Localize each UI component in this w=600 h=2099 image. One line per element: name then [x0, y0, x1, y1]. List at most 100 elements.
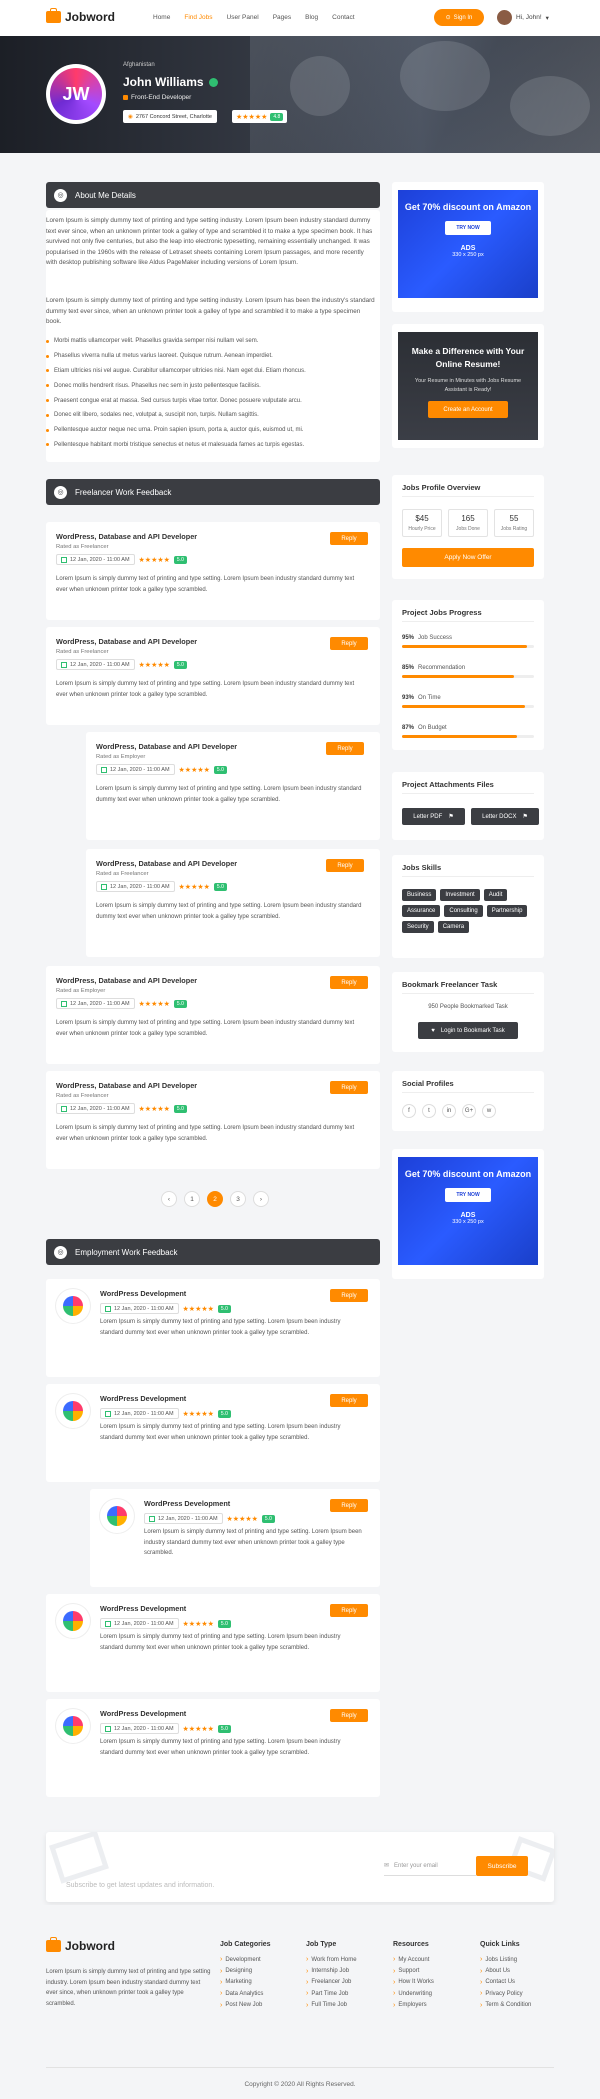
skill-tag[interactable]: Camera: [437, 921, 470, 933]
skill-tag[interactable]: Security: [402, 921, 434, 933]
profile-role: Front-End Developer: [123, 94, 191, 101]
copyright: Copyright © 2020 All Rights Reserved.: [244, 2081, 356, 2088]
reply-button[interactable]: Reply: [330, 1289, 368, 1302]
google-plus-icon[interactable]: G+: [462, 1104, 476, 1118]
subscribe-button[interactable]: Subscribe: [476, 1856, 528, 1876]
footer-link[interactable]: My Account: [393, 1954, 434, 1965]
employment-feedback-item: WordPress Development 12 Jan, 2020 - 11:…: [46, 1279, 380, 1377]
about-bullet-list: Morbi mattis ullamcorper velit. Phasellu…: [46, 334, 376, 452]
footer-link[interactable]: Internship Job: [306, 1965, 357, 1976]
employment-feedback-item: WordPress Development 12 Jan, 2020 - 11:…: [46, 1699, 380, 1797]
nav-find-jobs[interactable]: Find Jobs: [184, 14, 212, 21]
facebook-icon[interactable]: f: [402, 1104, 416, 1118]
skill-tag[interactable]: Business: [402, 889, 437, 901]
footer-link[interactable]: Privacy Policy: [480, 1988, 531, 1999]
reply-button[interactable]: Reply: [326, 742, 364, 755]
company-logo: [56, 1709, 90, 1743]
footer-link[interactable]: Marketing: [220, 1977, 271, 1988]
user-menu[interactable]: Hi, John! ▾: [497, 10, 549, 25]
nav-user-panel[interactable]: User Panel: [227, 14, 259, 21]
list-item: Donec elit libero, sodales nec, volutpat…: [46, 408, 376, 423]
bookmark-widget: Bookmark Freelancer Task 950 People Book…: [392, 972, 544, 1052]
footer-link[interactable]: Development: [220, 1954, 271, 1965]
star-rating-icon: ★★★★★: [138, 661, 170, 669]
footer-link[interactable]: Work from Home: [306, 1954, 356, 1965]
reply-button[interactable]: Reply: [330, 1604, 368, 1617]
footer-link[interactable]: Employers: [393, 2000, 434, 2011]
letter-pdf-button[interactable]: Letter PDF ⚑: [402, 808, 465, 825]
footer-link[interactable]: Freelancer Job: [306, 1977, 357, 1988]
reply-button[interactable]: Reply: [330, 532, 368, 545]
footer-link[interactable]: Data Analytics: [220, 1988, 271, 1999]
nav-contact[interactable]: Contact: [332, 14, 354, 21]
star-rating-icon: ★★★★★: [138, 1000, 170, 1008]
brand-logo[interactable]: Jobword: [46, 8, 115, 24]
sign-in-button[interactable]: ⊙ Sign In: [434, 9, 484, 26]
prev-page-button[interactable]: ‹: [161, 1191, 177, 1207]
skill-tag[interactable]: Investment: [440, 889, 480, 901]
progress-job-success: 95% Job Success: [402, 635, 534, 648]
footer-brand[interactable]: Jobword: [46, 1937, 115, 1953]
footer-link[interactable]: How It Works: [393, 1977, 434, 1988]
footer-link[interactable]: Underwriting: [393, 1988, 434, 1999]
whatsapp-icon[interactable]: w: [482, 1104, 496, 1118]
reply-button[interactable]: Reply: [330, 976, 368, 989]
skill-tag[interactable]: Assurance: [402, 905, 441, 917]
skill-tag[interactable]: Consulting: [444, 905, 483, 917]
star-rating-icon: ★★★★★: [182, 1410, 214, 1418]
about-paragraph-1: Lorem Ipsum is simply dummy text of prin…: [46, 217, 373, 266]
footer-link[interactable]: Term & Condition: [480, 2000, 531, 2011]
footer-link[interactable]: Post New Job: [220, 2000, 271, 2011]
skill-tag[interactable]: Audit: [483, 889, 508, 901]
footer-link[interactable]: About Us: [480, 1965, 531, 1976]
about-header: ◎ About Me Details: [46, 182, 380, 208]
stat-hourly-price: $45 Hourly Price: [402, 509, 442, 537]
footer-link[interactable]: Part Time Job: [306, 1988, 357, 1999]
linkedin-icon[interactable]: in: [442, 1104, 456, 1118]
letter-docx-button[interactable]: Letter DOCX ⚑: [471, 808, 539, 825]
footer-col-resources: Resources My Account Support How It Work…: [393, 1941, 434, 2011]
skill-tag[interactable]: Partnership: [486, 905, 528, 917]
hero-background-image: [250, 36, 600, 153]
nav-blog[interactable]: Blog: [305, 14, 318, 21]
footer-link[interactable]: Full Time Job: [306, 2000, 357, 2011]
reply-button[interactable]: Reply: [326, 859, 364, 872]
page-3[interactable]: 3: [230, 1191, 246, 1207]
reply-button[interactable]: Reply: [330, 637, 368, 650]
page-1[interactable]: 1: [184, 1191, 200, 1207]
footer-link[interactable]: Designing: [220, 1965, 271, 1976]
nav-home[interactable]: Home: [153, 14, 170, 21]
email-field[interactable]: ✉ Enter your email: [384, 1856, 476, 1876]
pagination: ‹ 1 2 3 ›: [161, 1191, 269, 1207]
reply-button[interactable]: Reply: [330, 1499, 368, 1512]
reply-button[interactable]: Reply: [330, 1709, 368, 1722]
feedback-item: WordPress, Database and API Developer Ra…: [46, 522, 380, 620]
nav-pages[interactable]: Pages: [273, 14, 291, 21]
login-bookmark-button[interactable]: ♥ Login to Bookmark Task: [418, 1022, 518, 1039]
jobs-skills: Jobs Skills Business Investment Audit As…: [392, 855, 544, 958]
resume-widget: Make a Difference with Your Online Resum…: [392, 324, 544, 448]
profile-country: Afghanistan: [123, 62, 155, 68]
employment-feedback-item: WordPress Development 12 Jan, 2020 - 11:…: [46, 1594, 380, 1692]
reply-button[interactable]: Reply: [330, 1394, 368, 1407]
ad-banner[interactable]: Get 70% discount on Amazon TRY NOW ADS 3…: [398, 1157, 538, 1265]
project-jobs-progress: Project Jobs Progress 95% Job Success 85%…: [392, 600, 544, 750]
employment-feedback-reply: WordPress Development 12 Jan, 2020 - 11:…: [90, 1489, 380, 1587]
footer-link[interactable]: Support: [393, 1965, 434, 1976]
progress-fill: [402, 645, 528, 648]
newsletter-bar: Subscribe to get latest updates and info…: [46, 1832, 554, 1902]
reply-button[interactable]: Reply: [330, 1081, 368, 1094]
footer-link[interactable]: Contact Us: [480, 1977, 531, 1988]
apply-now-offer-button[interactable]: Apply Now Offer: [402, 548, 534, 567]
footer-link[interactable]: Jobs Listing: [480, 1954, 531, 1965]
try-now-button[interactable]: TRY NOW: [445, 221, 491, 235]
create-account-button[interactable]: Create an Account: [428, 401, 508, 418]
ad-banner[interactable]: Get 70% discount on Amazon TRY NOW ADS 3…: [398, 190, 538, 298]
next-page-button[interactable]: ›: [253, 1191, 269, 1207]
progress-fill: [402, 675, 515, 678]
footer-col-job-categories: Job Categories Development Designing Mar…: [220, 1941, 271, 2011]
twitter-icon[interactable]: t: [422, 1104, 436, 1118]
flag-icon: ⚑: [448, 814, 454, 820]
try-now-button[interactable]: TRY NOW: [445, 1188, 491, 1202]
page-2[interactable]: 2: [207, 1191, 223, 1207]
